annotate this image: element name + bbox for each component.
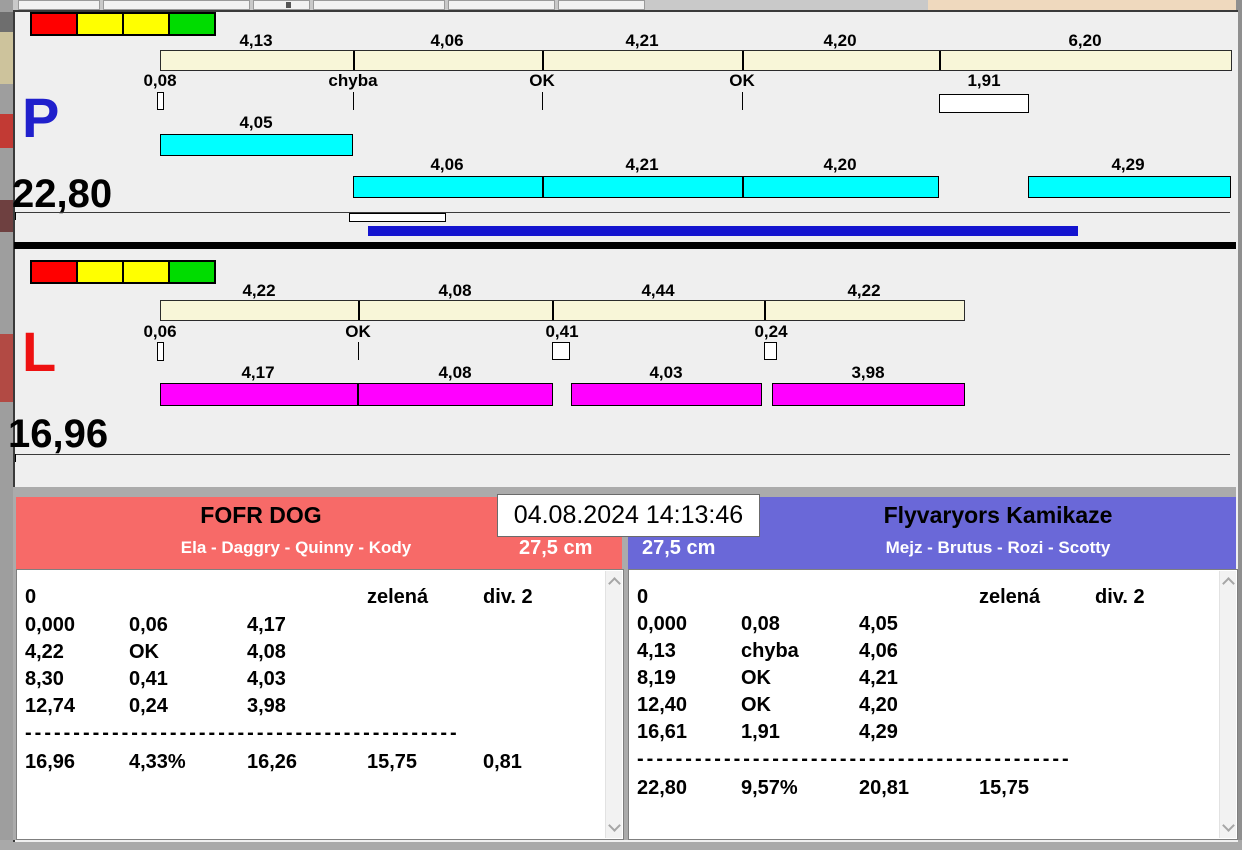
flyball-timing-screen: P 22,80 4,13 4,06 4,21 4,20 6,20 0,08 ch… bbox=[0, 0, 1242, 850]
table-row: 0 zelená div. 2 bbox=[629, 586, 1217, 610]
table-cell: 4,03 bbox=[247, 668, 286, 690]
table-cell: 0,24 bbox=[129, 695, 168, 717]
table-cell: 8,19 bbox=[637, 667, 676, 689]
table-cell: 9,57% bbox=[741, 777, 798, 799]
table-cell: 4,08 bbox=[247, 641, 286, 663]
table-total-row: 16,96 4,33% 16,26 15,75 0,81 bbox=[17, 751, 603, 775]
table-scrollbar[interactable] bbox=[1219, 571, 1236, 838]
table-cell: 0,81 bbox=[483, 751, 522, 773]
table-cell: OK bbox=[741, 667, 771, 689]
table-cell: 4,22 bbox=[25, 641, 64, 663]
table-cell: 4,13 bbox=[637, 640, 676, 662]
team-left-results-table: 0 zelená div. 2 0,000 0,06 4,17 4,22 OK … bbox=[16, 569, 624, 840]
table-cell: 16,26 bbox=[247, 751, 298, 773]
table-cell: 8,30 bbox=[25, 668, 64, 690]
table-cell: 20,81 bbox=[859, 777, 910, 799]
team-right-jump-height: 27,5 cm bbox=[642, 537, 716, 559]
table-row: 0,000 0,08 4,05 bbox=[629, 613, 1217, 637]
table-cell: 22,80 bbox=[637, 777, 688, 799]
table-cell: 4,06 bbox=[859, 640, 898, 662]
table-row: 4,22 OK 4,08 bbox=[17, 641, 603, 665]
table-row: 4,13 chyba 4,06 bbox=[629, 640, 1217, 664]
scroll-up-icon[interactable] bbox=[608, 577, 621, 590]
team-left-dog-names: Ela - Daggry - Quinny - Kody bbox=[180, 538, 412, 557]
table-cell: div. 2 bbox=[483, 586, 533, 608]
table-cell: 0,06 bbox=[129, 614, 168, 636]
table-cell: 4,20 bbox=[859, 694, 898, 716]
table-row: 8,19 OK 4,21 bbox=[629, 667, 1217, 691]
table-cell: 4,29 bbox=[859, 721, 898, 743]
table-cell: 15,75 bbox=[367, 751, 418, 773]
table-cell: OK bbox=[741, 694, 771, 716]
table-cell: 4,17 bbox=[247, 614, 286, 636]
table-cell: chyba bbox=[741, 640, 799, 662]
table-row: 12,74 0,24 3,98 bbox=[17, 695, 603, 719]
table-row: 8,30 0,41 4,03 bbox=[17, 668, 603, 692]
scroll-down-icon[interactable] bbox=[608, 819, 621, 832]
team-right-dog-names: Mejz - Brutus - Rozi - Scotty bbox=[885, 538, 1111, 557]
table-row: 16,61 1,91 4,29 bbox=[629, 721, 1217, 745]
team-right-name: Flyvaryors Kamikaze bbox=[883, 502, 1113, 528]
table-cell: 3,98 bbox=[247, 695, 286, 717]
table-cell: 4,05 bbox=[859, 613, 898, 635]
table-dash-separator: ----------------------------------------… bbox=[17, 722, 603, 746]
table-cell: 0,41 bbox=[129, 668, 168, 690]
table-cell: 0,000 bbox=[637, 613, 688, 635]
table-row: 12,40 OK 4,20 bbox=[629, 694, 1217, 718]
table-scrollbar[interactable] bbox=[605, 571, 622, 838]
table-cell: zelená bbox=[979, 586, 1041, 608]
table-cell: OK bbox=[129, 641, 159, 663]
table-cell: div. 2 bbox=[1095, 586, 1145, 608]
table-cell: ----------------------------------------… bbox=[637, 748, 1072, 770]
table-cell: 0 bbox=[25, 586, 37, 608]
scroll-down-icon[interactable] bbox=[1222, 819, 1235, 832]
table-cell: ----------------------------------------… bbox=[25, 722, 460, 744]
datetime-display: 04.08.2024 14:13:46 bbox=[497, 494, 760, 537]
table-cell: 0,000 bbox=[25, 614, 76, 636]
table-cell: 12,74 bbox=[25, 695, 76, 717]
table-total-row: 22,80 9,57% 20,81 15,75 bbox=[629, 777, 1217, 801]
table-cell: 0 bbox=[637, 586, 649, 608]
table-cell: zelená bbox=[367, 586, 429, 608]
scroll-up-icon[interactable] bbox=[1222, 577, 1235, 590]
table-row: 0,000 0,06 4,17 bbox=[17, 614, 603, 638]
team-right-results-table: 0 zelená div. 2 0,000 0,08 4,05 4,13 chy… bbox=[628, 569, 1238, 840]
table-cell: 16,96 bbox=[25, 751, 76, 773]
table-cell: 4,21 bbox=[859, 667, 898, 689]
table-dash-separator: ----------------------------------------… bbox=[629, 748, 1217, 772]
scoreboard-section: FOFR DOG Ela - Daggry - Quinny - Kody 27… bbox=[0, 0, 1242, 850]
team-left-jump-height: 27,5 cm bbox=[519, 537, 593, 559]
table-cell: 12,40 bbox=[637, 694, 688, 716]
table-cell: 1,91 bbox=[741, 721, 780, 743]
table-row: 0 zelená div. 2 bbox=[17, 586, 603, 610]
table-cell: 0,08 bbox=[741, 613, 780, 635]
table-cell: 15,75 bbox=[979, 777, 1030, 799]
team-left-name: FOFR DOG bbox=[200, 502, 322, 528]
table-cell: 4,33% bbox=[129, 751, 186, 773]
table-cell: 16,61 bbox=[637, 721, 688, 743]
